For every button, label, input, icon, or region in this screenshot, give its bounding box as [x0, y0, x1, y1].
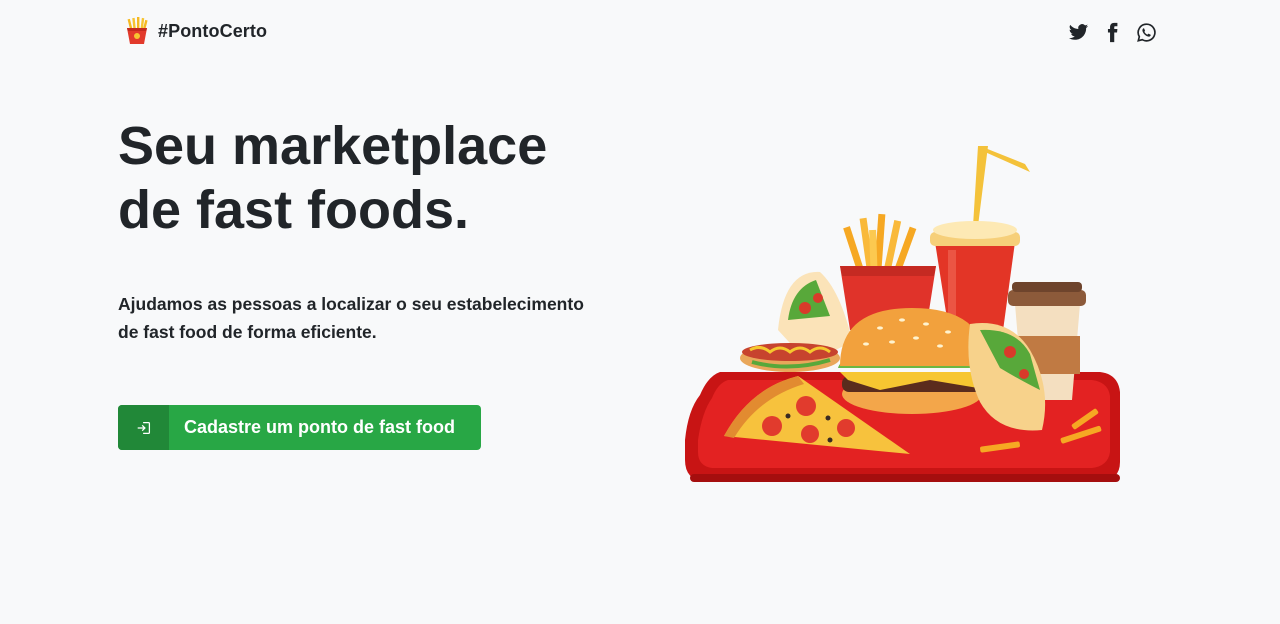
- register-fast-food-button[interactable]: Cadastre um ponto de fast food: [118, 405, 481, 450]
- soda-cup: [930, 146, 1030, 338]
- whatsapp-link[interactable]: [1134, 20, 1158, 44]
- twitter-icon: [1068, 23, 1088, 40]
- twitter-link[interactable]: [1066, 20, 1090, 44]
- whatsapp-icon: [1136, 22, 1156, 42]
- page-header: #PontoCerto: [0, 0, 1280, 62]
- wrap: [778, 271, 852, 355]
- hero-subtitle: Ajudamos as pessoas a localizar o seu es…: [118, 294, 584, 342]
- brand-logo-link[interactable]: #PontoCerto: [124, 17, 267, 45]
- social-links: [1066, 20, 1158, 44]
- french-fries-icon: [127, 17, 148, 44]
- facebook-icon: [1107, 22, 1117, 42]
- hero-title-line-1: Seu marketplace: [118, 116, 548, 176]
- hero-title: Seu marketplace de fast foods.: [118, 114, 638, 242]
- hero-title-line-2: de fast foods.: [118, 180, 470, 240]
- facebook-link[interactable]: [1100, 20, 1124, 44]
- burger: [838, 308, 988, 414]
- cta-label: Cadastre um ponto de fast food: [184, 417, 456, 437]
- sign-in-icon: [137, 421, 150, 434]
- hot-dog: [740, 343, 840, 372]
- brand-name: #PontoCerto: [158, 20, 268, 41]
- fast-food-tray-illustration: [685, 146, 1120, 482]
- cta-icon-box: [118, 405, 169, 450]
